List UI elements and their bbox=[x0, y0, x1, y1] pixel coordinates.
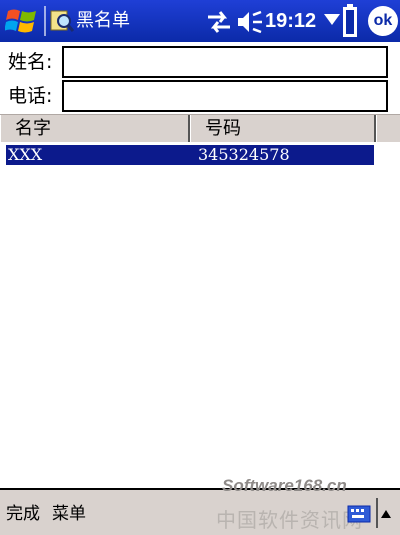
name-label: 姓名: bbox=[8, 51, 53, 73]
name-row: 姓名: bbox=[0, 44, 400, 80]
window-title: 黑名单 bbox=[76, 10, 130, 31]
phone-field-box bbox=[62, 80, 388, 112]
chevron-up-icon[interactable] bbox=[381, 510, 391, 518]
battery-icon[interactable] bbox=[342, 4, 358, 38]
watermark-text: 中国软件资讯网 bbox=[216, 508, 363, 532]
clock[interactable]: 19:12 bbox=[265, 8, 316, 34]
list-item[interactable]: XXX 345324578 bbox=[6, 145, 374, 165]
list-item-number: 345324578 bbox=[198, 145, 290, 164]
phone-label: 电话: bbox=[8, 85, 53, 107]
blacklist-list[interactable]: XXX 345324578 bbox=[0, 142, 400, 486]
blacklist-app-icon bbox=[50, 10, 74, 32]
speaker-icon[interactable] bbox=[236, 9, 264, 35]
column-header-name[interactable]: 名字 bbox=[0, 115, 190, 142]
keyboard-icon[interactable] bbox=[346, 500, 374, 526]
menu-bar: Software168.cn 完成 菜单 中国软件资讯网 bbox=[0, 476, 400, 535]
done-softkey[interactable]: 完成 bbox=[6, 502, 40, 526]
list-item-name: XXX bbox=[8, 145, 43, 164]
ok-button[interactable]: ok bbox=[368, 6, 398, 36]
name-field[interactable] bbox=[64, 48, 386, 76]
connectivity-icon[interactable] bbox=[204, 8, 234, 36]
column-header-spacer bbox=[376, 115, 400, 142]
name-field-box bbox=[62, 46, 388, 78]
column-header-number[interactable]: 号码 bbox=[190, 115, 376, 142]
title-divider bbox=[44, 6, 46, 36]
title-bar: 黑名单 19:12 ok bbox=[0, 0, 400, 42]
windows-flag-icon[interactable] bbox=[5, 5, 39, 37]
watermark-logo: Software168.cn bbox=[222, 476, 347, 495]
chevron-down-icon[interactable] bbox=[324, 14, 340, 26]
phone-row: 电话: bbox=[0, 78, 400, 114]
sip-divider bbox=[376, 498, 378, 528]
menu-softkey[interactable]: 菜单 bbox=[52, 502, 86, 526]
phone-field[interactable] bbox=[64, 82, 386, 110]
list-header: 名字 号码 bbox=[0, 114, 400, 143]
